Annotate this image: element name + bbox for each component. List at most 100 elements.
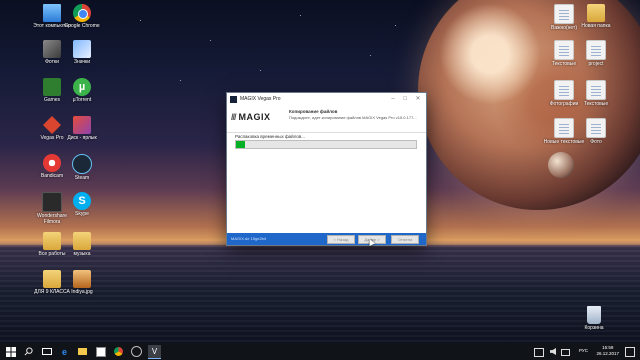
icon-label: Значки (73, 59, 91, 65)
drive-shortcut-icon (73, 116, 91, 134)
progress-bar (235, 140, 417, 149)
desktop-icon-indiya[interactable]: Indiya.jpg (60, 270, 104, 295)
folder-icon (43, 270, 61, 288)
taskbar-chrome[interactable] (112, 345, 125, 358)
computer-icon (43, 4, 61, 22)
edge-icon: e (61, 346, 67, 357)
desktop-icon-drive[interactable]: Диск - ярлык (60, 116, 104, 141)
icon-label: Фото (590, 139, 602, 145)
notification-icon[interactable] (625, 347, 635, 357)
desktop-icon-skype[interactable]: S Skype (60, 192, 104, 217)
taskbar-edge[interactable]: e (58, 345, 71, 358)
chrome-icon (73, 4, 91, 22)
icons-folder-icon (73, 40, 91, 58)
star (395, 25, 396, 26)
logo-slashes-icon: /// (231, 112, 236, 122)
taskbar-store[interactable] (94, 345, 107, 358)
search-icon (24, 347, 33, 356)
installer-subheading: Подождите, идет копирование файлов MAGIX… (289, 115, 417, 120)
taskbar-app[interactable] (130, 345, 143, 358)
folder-icon (43, 232, 61, 250)
document-icon (586, 40, 606, 60)
desktop-icon-music[interactable]: музыка (60, 232, 104, 257)
folder-icon (73, 232, 91, 250)
icon-label: Диск - ярлык (67, 135, 97, 141)
clock[interactable]: 15:59 26.12.2017 (596, 345, 619, 357)
search-button[interactable] (22, 345, 35, 358)
desktop-icon-icons[interactable]: Значки (60, 40, 104, 65)
photos-icon (43, 40, 61, 58)
utorrent-icon: µ (73, 78, 91, 96)
star (210, 40, 211, 41)
installer-heading: Копирование файлов (289, 109, 338, 114)
clock-date: 26.12.2017 (596, 351, 619, 356)
volume-icon[interactable] (550, 348, 556, 355)
document-icon (554, 118, 574, 138)
icon-label: Skype (75, 211, 89, 217)
document-icon (586, 80, 606, 100)
desktop-icon-text2[interactable]: Текстовые (574, 80, 618, 107)
skype-icon: S (73, 192, 91, 210)
installer-footer: MAGIX.de 15ge2b4 < Назад Далее > Отмена (227, 233, 426, 245)
moon-graphic (548, 152, 574, 178)
desktop-icon-recycle-bin[interactable]: Корзина (572, 306, 616, 331)
maximize-icon[interactable]: □ (399, 95, 411, 104)
taskbar: e V РУС 15:59 26.12.2017 (0, 343, 640, 360)
language-indicator[interactable]: РУС (579, 348, 588, 353)
progress-label: Распаковка временных файлов... (235, 134, 306, 139)
bandicam-icon (43, 154, 61, 172)
minimize-icon[interactable]: – (387, 95, 399, 104)
cancel-button[interactable]: Отмена (391, 235, 419, 244)
filmora-icon (42, 192, 62, 212)
taskbar-vegas-installer[interactable]: V (148, 345, 161, 359)
store-icon (95, 346, 106, 357)
games-icon (43, 78, 61, 96)
star (260, 70, 261, 71)
desktop-icon-project[interactable]: project (574, 40, 618, 67)
vegas-icon: V (151, 347, 158, 356)
folder-icon (587, 4, 605, 22)
star (180, 80, 181, 81)
icon-label: Steam (74, 175, 90, 181)
icon-label: Корзина (584, 325, 604, 331)
star (370, 55, 371, 56)
logo-text: MAGIX (238, 112, 271, 122)
icon-label: Indiya.jpg (71, 289, 93, 295)
task-view-button[interactable] (40, 345, 53, 358)
footer-version: MAGIX.de 15ge2b4 (231, 236, 267, 241)
star (300, 15, 301, 16)
icon-label: Google Chrome (64, 23, 100, 29)
desktop-icon-new-folder[interactable]: Новая папка (574, 4, 618, 29)
desktop-icon-steam[interactable]: Steam (60, 154, 104, 181)
icon-label: музыка (73, 251, 91, 257)
app-icon (230, 96, 237, 103)
image-file-icon (73, 270, 91, 288)
vegas-icon (43, 116, 61, 134)
recycle-bin-icon (587, 306, 601, 324)
desktop-icon-photo[interactable]: Фото (574, 118, 618, 145)
icon-label: project (588, 61, 604, 67)
back-button[interactable]: < Назад (327, 235, 355, 244)
magix-logo: /// MAGIX (231, 112, 271, 122)
steam-icon (72, 154, 92, 174)
document-icon (554, 40, 574, 60)
document-icon (586, 118, 606, 138)
folder-icon (78, 348, 87, 355)
start-button[interactable] (4, 345, 17, 358)
task-view-icon (41, 348, 52, 355)
close-icon[interactable]: ✕ (412, 95, 424, 104)
document-icon (554, 4, 574, 24)
progress-fill (236, 141, 245, 148)
installer-window: MAGIX Vegas Pro – □ ✕ /// MAGIX Копирова… (227, 93, 426, 245)
icon-label: Текстовые (583, 101, 609, 107)
keyboard-icon[interactable] (561, 349, 570, 356)
app-icon (131, 346, 142, 357)
desktop-icon-chrome[interactable]: Google Chrome (60, 4, 104, 29)
chrome-icon (114, 347, 123, 356)
icon-label: Новая папка (581, 23, 611, 29)
network-icon[interactable] (534, 348, 544, 357)
windows-icon (5, 346, 16, 357)
desktop-icon-utorrent[interactable]: µ µTorrent (60, 78, 104, 103)
window-titlebar[interactable]: MAGIX Vegas Pro – □ ✕ (227, 93, 426, 107)
taskbar-explorer[interactable] (76, 345, 89, 358)
